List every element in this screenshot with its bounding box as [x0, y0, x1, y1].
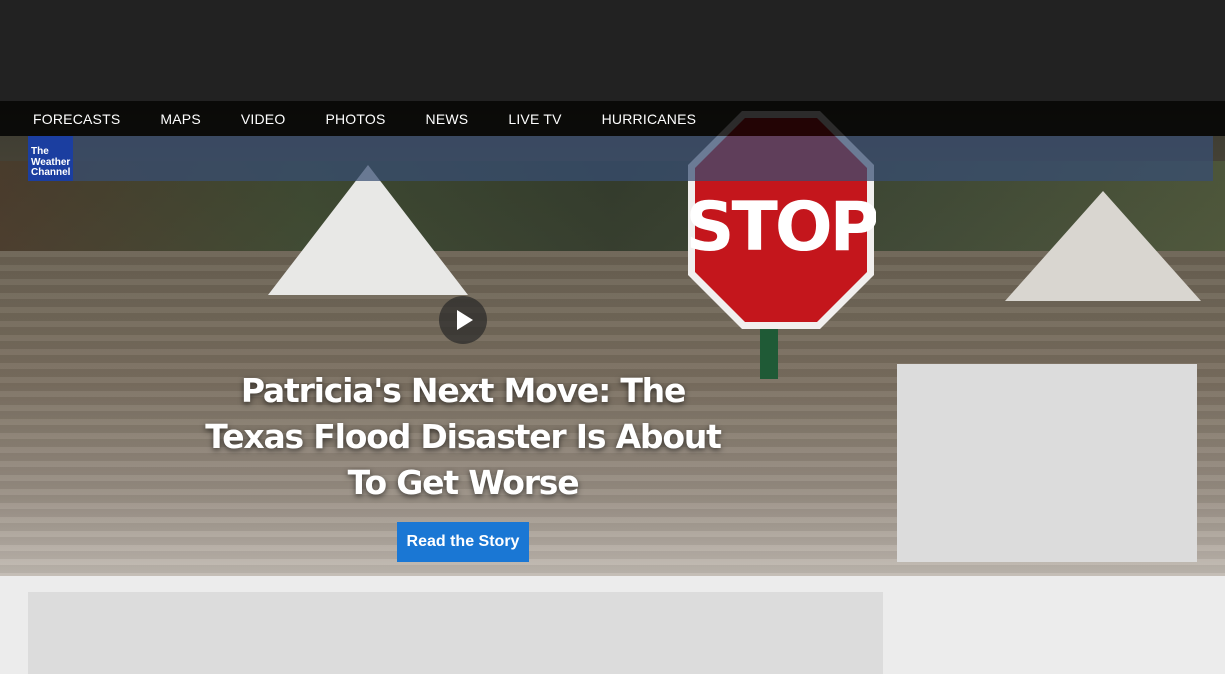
read-story-button[interactable]: Read the Story: [397, 522, 529, 562]
top-banner: [0, 0, 1225, 101]
logo-line: The: [31, 146, 49, 157]
main-nav: FORECASTS MAPS VIDEO PHOTOS NEWS LIVE TV…: [0, 101, 1225, 136]
stop-sign-text: STOP: [686, 188, 876, 267]
nav-item-forecasts[interactable]: FORECASTS: [13, 111, 140, 127]
play-video-button[interactable]: [439, 296, 487, 344]
ad-placeholder-right: [897, 364, 1197, 562]
nav-item-news[interactable]: NEWS: [406, 111, 489, 127]
stop-sign-pole: [760, 329, 778, 379]
nav-item-live-tv[interactable]: LIVE TV: [488, 111, 581, 127]
submerged-sign-right: [1005, 191, 1201, 301]
nav-item-video[interactable]: VIDEO: [221, 111, 306, 127]
sub-header-bar: [28, 136, 1213, 181]
submerged-sign-left: [268, 165, 468, 295]
hero-headline[interactable]: Patricia's Next Move: The Texas Flood Di…: [203, 368, 723, 506]
play-icon: [457, 310, 473, 330]
content-placeholder: [28, 592, 883, 674]
nav-item-photos[interactable]: PHOTOS: [305, 111, 405, 127]
weather-channel-logo[interactable]: The Weather Channel: [28, 136, 73, 181]
logo-line: Channel: [31, 167, 71, 178]
nav-item-hurricanes[interactable]: HURRICANES: [582, 111, 717, 127]
nav-item-maps[interactable]: MAPS: [140, 111, 220, 127]
